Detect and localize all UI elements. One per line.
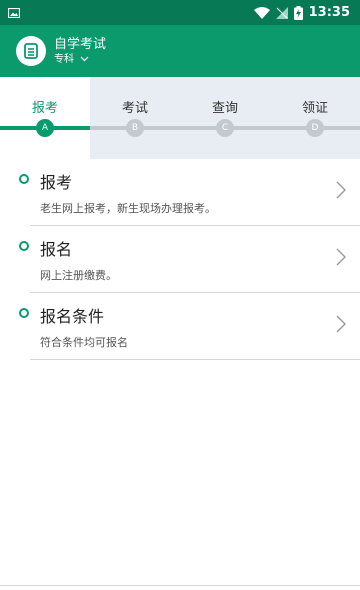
option-list: 报考 老生网上报考，新生现场办理报考。 报名 网上注册缴费。 报名条件 符合条件…: [0, 159, 360, 360]
app-title: 自学考试: [54, 36, 107, 52]
list-item-title: 报名条件: [40, 307, 105, 326]
step-marker: B: [126, 119, 144, 137]
app-bar: 自学考试 专科: [0, 25, 360, 77]
app-title-group[interactable]: 自学考试 专科: [54, 36, 106, 67]
list-item-desc: 老生网上报考，新生现场办理报考。: [40, 202, 216, 215]
list-item-desc: 网上注册缴费。: [40, 269, 117, 282]
chevron-right-icon: [336, 315, 346, 337]
list-item-register-exam[interactable]: 报考 老生网上报考，新生现场办理报考。: [19, 159, 360, 226]
step-label: 报考: [31, 101, 58, 116]
list-item-requirements[interactable]: 报名条件 符合条件均可报名: [19, 293, 360, 360]
wifi-icon: [253, 6, 270, 19]
step-marker: A: [36, 119, 54, 137]
battery-charging-icon: [293, 5, 303, 20]
tab-step-c[interactable]: 查询 C: [180, 77, 270, 159]
status-bar: 13:35: [0, 0, 360, 25]
notebook-icon: [16, 36, 46, 66]
step-marker: D: [306, 119, 324, 137]
status-time: 13:35: [308, 5, 350, 20]
list-item-desc: 符合条件均可报名: [40, 336, 128, 349]
tab-step-d[interactable]: 领证 D: [270, 77, 360, 159]
step-marker: C: [216, 119, 234, 137]
chevron-right-icon: [336, 181, 346, 203]
image-icon: [8, 7, 20, 18]
step-label: 领证: [301, 101, 328, 116]
signal-icon: [275, 6, 288, 19]
chevron-down-icon: [80, 53, 89, 67]
step-tabs: 报考 A 考试 B 查询 C 领证 D: [0, 77, 360, 159]
chevron-right-icon: [336, 248, 346, 270]
list-item-title: 报考: [40, 173, 73, 192]
bullet-icon: [19, 174, 29, 184]
list-item-title: 报名: [40, 240, 73, 259]
divider: [0, 585, 360, 586]
tab-step-b[interactable]: 考试 B: [90, 77, 180, 159]
bullet-icon: [19, 241, 29, 251]
level-selector[interactable]: 专科: [54, 53, 106, 67]
step-label: 考试: [121, 101, 148, 116]
list-item-enroll[interactable]: 报名 网上注册缴费。: [19, 226, 360, 293]
step-label: 查询: [211, 101, 238, 116]
level-label: 专科: [54, 53, 74, 65]
bullet-icon: [19, 308, 29, 318]
tab-step-a[interactable]: 报考 A: [0, 77, 90, 159]
